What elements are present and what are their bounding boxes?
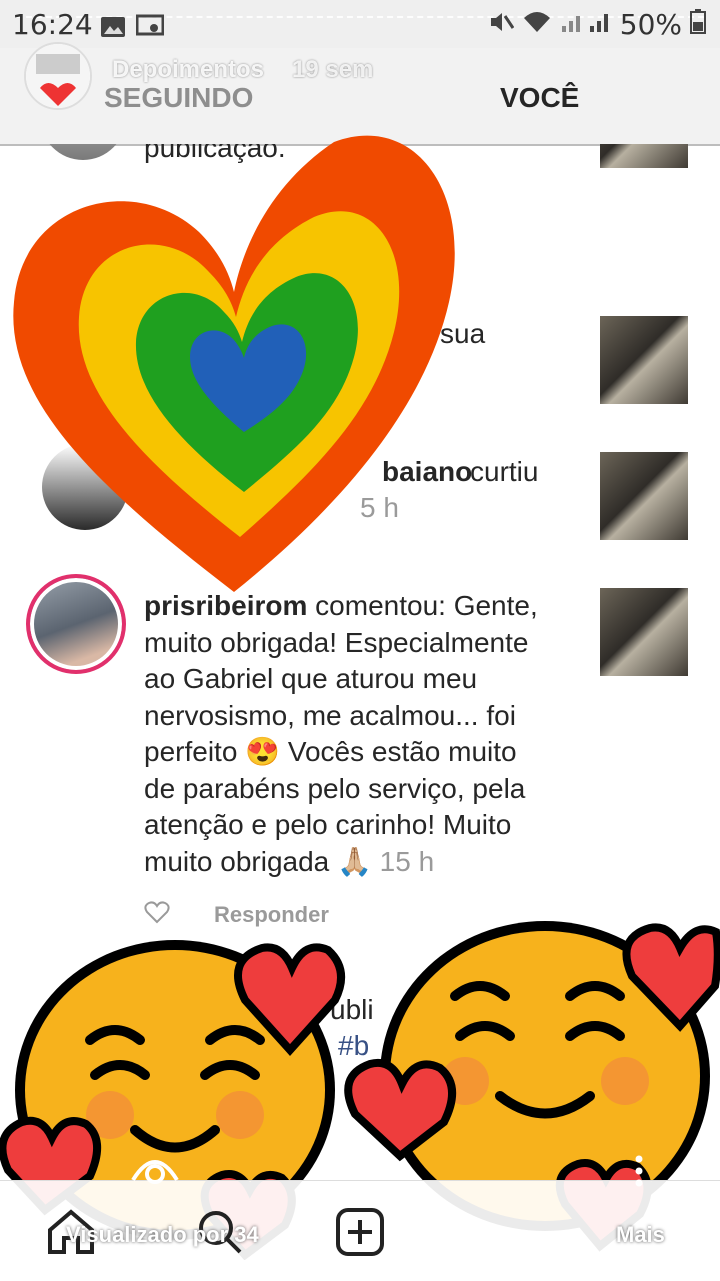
more-options-icon[interactable]: [634, 1154, 644, 1193]
comment-actions: Responder: [144, 900, 329, 929]
wifi-icon: [522, 8, 552, 41]
new-post-icon[interactable]: [336, 1208, 384, 1261]
action-text: curtiu: [470, 456, 539, 487]
comment-line: nervosismo, me acalmou... foi: [144, 699, 516, 731]
post-thumbnail[interactable]: [600, 316, 688, 404]
tab-you[interactable]: VOCÊ: [500, 82, 579, 114]
comment-text: prisribeirom comentou: Gente, muito obri…: [144, 588, 544, 880]
story-avatar[interactable]: [24, 42, 92, 110]
rainbow-heart-sticker: [4, 132, 464, 607]
mute-icon: [488, 8, 515, 41]
post-thumbnail[interactable]: [600, 588, 688, 676]
story-title: Depoimentos: [112, 56, 265, 83]
battery-icon: [690, 8, 706, 41]
comment-line: ao Gabriel que aturou meu: [144, 663, 478, 694]
timestamp: 15 h: [379, 845, 435, 877]
viewed-by-count[interactable]: Visualizado por 34: [66, 1222, 259, 1248]
reply-button[interactable]: Responder: [214, 902, 329, 928]
status-bar: 16:24 50%: [0, 0, 720, 48]
status-time: 16:24: [12, 8, 93, 41]
eye-icon[interactable]: [130, 1150, 180, 1191]
status-right-group: 50%: [488, 8, 706, 41]
image-icon: [100, 12, 126, 45]
cast-icon: [135, 12, 165, 45]
battery-percent: 50%: [619, 8, 682, 41]
tab-following[interactable]: SEGUINDO: [104, 82, 253, 114]
more-button[interactable]: Mais: [616, 1222, 665, 1248]
comment-line: de parabéns pelo serviço, pela: [144, 772, 526, 804]
comment-line: muito obrigada 🙏🏼: [144, 845, 372, 877]
comment-line: Gente,: [453, 590, 538, 621]
comment-line: perfeito 😍 Vocês estão muito: [144, 736, 517, 767]
comment-line: atenção e pelo carinho! Muito: [144, 809, 512, 840]
heart-outline-icon[interactable]: [144, 900, 170, 929]
signal-icon: [560, 8, 612, 41]
comment-line: muito obrigada! Especialmente: [144, 626, 529, 658]
story-age: 19 sem: [292, 56, 374, 83]
post-thumbnail[interactable]: [600, 144, 688, 168]
post-thumbnail[interactable]: [600, 452, 688, 540]
